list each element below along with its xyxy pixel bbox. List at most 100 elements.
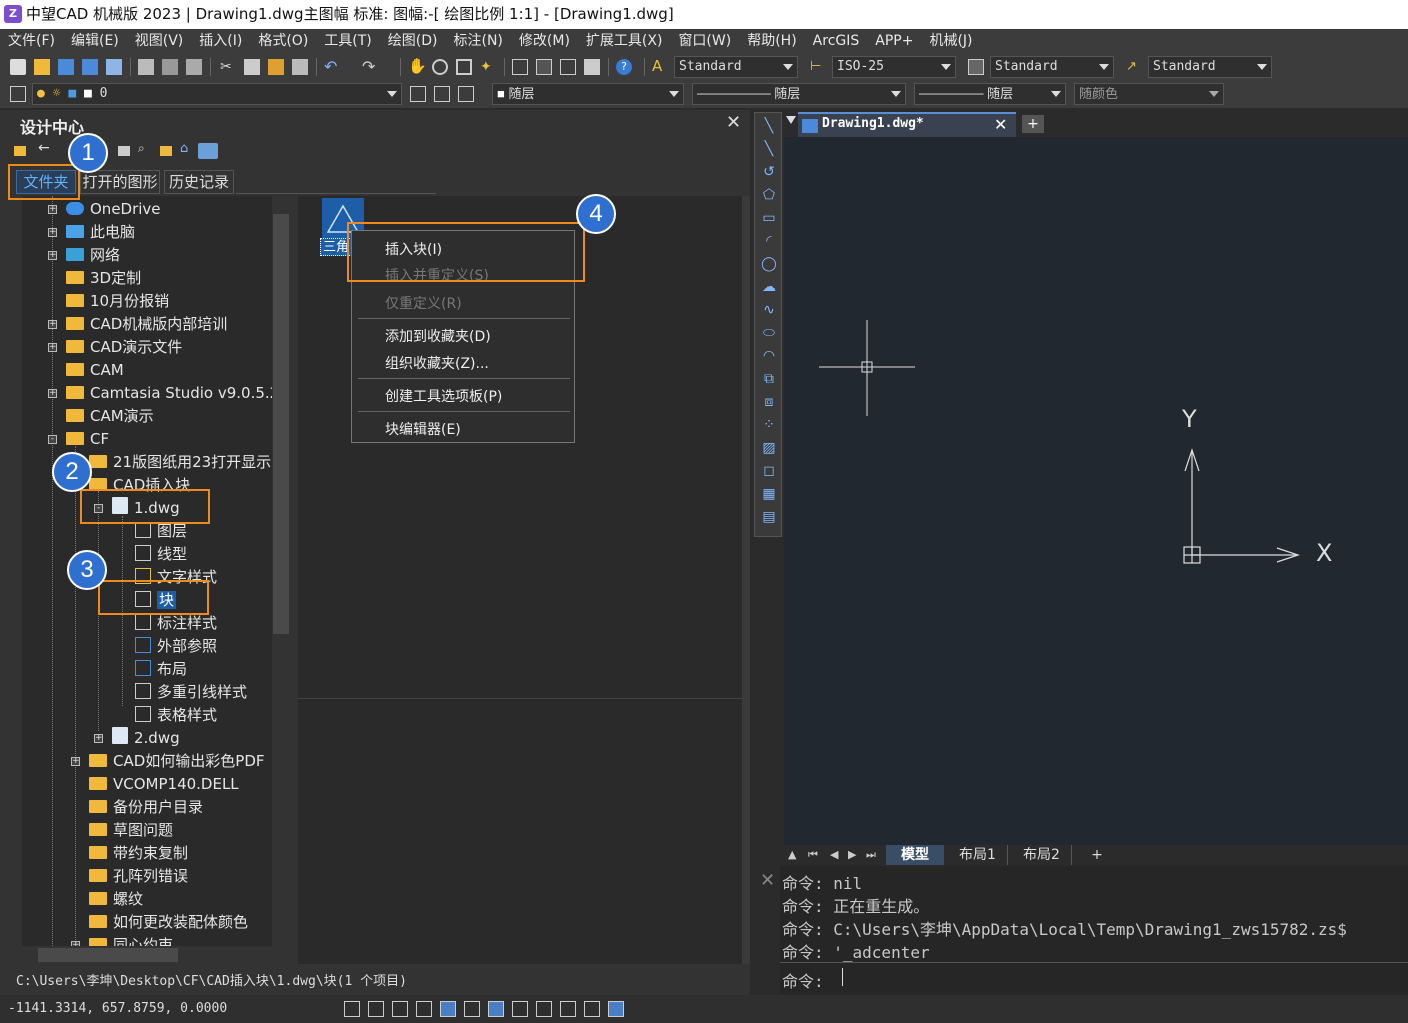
expand-icon[interactable]: +	[71, 757, 80, 766]
tree-item-dwg[interactable]: 2.dwg	[112, 727, 180, 749]
new-tab-icon[interactable]: +	[1022, 115, 1044, 133]
tree-item-layout[interactable]: 布局	[135, 658, 187, 680]
help-icon[interactable]: ?	[616, 59, 632, 75]
selection-cycling-toggle-icon[interactable]	[584, 1001, 600, 1017]
expand-icon[interactable]: +	[48, 205, 57, 214]
tree-item-linetype[interactable]: 线型	[135, 543, 187, 565]
tab-list-icon[interactable]	[786, 116, 796, 124]
tool-palettes-icon[interactable]	[560, 59, 576, 75]
region-icon[interactable]: ◻	[760, 462, 778, 480]
hatch-icon[interactable]: ▨	[760, 439, 778, 457]
close-tab-icon[interactable]: ✕	[994, 115, 1007, 134]
save-as-icon[interactable]	[82, 59, 98, 75]
menu-mechanical[interactable]: 机械(J)	[921, 29, 980, 54]
markup-icon[interactable]	[584, 59, 600, 75]
spline-icon[interactable]: ∿	[760, 301, 778, 319]
print-icon[interactable]	[138, 59, 154, 75]
insert-block-icon[interactable]: ⧉	[760, 370, 778, 388]
tree-item-mleader[interactable]: 多重引线样式	[135, 681, 247, 703]
zoom-realtime-icon[interactable]	[432, 59, 448, 75]
ellipse-icon[interactable]: ⬭	[760, 324, 778, 342]
tree-item-folder[interactable]: Camtasia Studio v9.0.5.20	[66, 382, 289, 404]
menu-view[interactable]: 视图(V)	[127, 29, 192, 54]
search-icon[interactable]: ⌕	[138, 141, 145, 156]
layer-states-icon[interactable]	[458, 86, 474, 102]
tree-scrollbar[interactable]	[272, 196, 290, 964]
menu-item-block-editor[interactable]: 块编辑器(E)	[385, 419, 461, 439]
tree-item-cloud[interactable]: OneDrive	[66, 198, 161, 220]
table-icon[interactable]: ▦	[760, 485, 778, 503]
arc-icon[interactable]: ◜	[760, 232, 778, 250]
line-icon[interactable]: ╲	[760, 117, 778, 135]
transparency-toggle-icon[interactable]	[560, 1001, 576, 1017]
scroll-up-icon[interactable]: ▲	[788, 848, 796, 861]
object-snap-toggle-icon[interactable]	[440, 1001, 456, 1017]
tree-item-folder[interactable]: 带约束复制	[89, 842, 188, 864]
text-style-select[interactable]: Standard	[674, 56, 798, 78]
menu-insert[interactable]: 插入(I)	[191, 29, 250, 54]
polar-tracking-toggle-icon[interactable]	[416, 1001, 432, 1017]
tree-item-folder[interactable]: 备份用户目录	[89, 796, 203, 818]
menu-window[interactable]: 窗口(W)	[670, 29, 739, 54]
tree-item-folder[interactable]: 21版图纸用23打开显示	[89, 451, 271, 473]
annotation-monitor-toggle-icon[interactable]	[608, 1001, 624, 1017]
tree-item-folder[interactable]: CF	[66, 428, 109, 450]
layer-manager-icon[interactable]	[10, 86, 26, 102]
tree-item-network[interactable]: 网络	[66, 244, 120, 266]
tree-item-folder[interactable]: CAD演示文件	[66, 336, 182, 358]
menu-arcgis[interactable]: ArcGIS	[805, 29, 868, 54]
multiline-text-icon[interactable]: ▤	[760, 508, 778, 526]
drawing-canvas[interactable]: Y X	[784, 137, 1408, 845]
circle-icon[interactable]: ◯	[760, 255, 778, 273]
match-properties-icon[interactable]	[292, 59, 308, 75]
close-icon[interactable]: ✕	[726, 112, 741, 133]
tree-item-folder[interactable]: 10月份报销	[66, 290, 169, 312]
tab-layout2[interactable]: 布局2	[1012, 845, 1072, 865]
batch-save-icon[interactable]	[106, 59, 122, 75]
linetype-select[interactable]: ──────── 随层	[692, 83, 906, 105]
lineweight-display-toggle-icon[interactable]	[536, 1001, 552, 1017]
tree-item-folder[interactable]: 螺纹	[89, 888, 143, 910]
menu-modify[interactable]: 修改(M)	[511, 29, 578, 54]
make-current-layer-icon[interactable]	[434, 86, 450, 102]
tree-item-folder[interactable]: CAM	[66, 359, 124, 381]
tree-item-folder[interactable]: 草图问题	[89, 819, 173, 841]
tree-item-table[interactable]: 表格样式	[135, 704, 217, 726]
next-tab-icon[interactable]: ▶	[848, 848, 856, 861]
back-icon[interactable]: ←	[38, 140, 50, 156]
expand-icon[interactable]: +	[48, 389, 57, 398]
undo-icon[interactable]: ↶	[324, 57, 340, 76]
color-select[interactable]: ■ 随层	[492, 83, 684, 105]
command-input[interactable]	[842, 966, 1382, 990]
polygon-icon[interactable]: ⬠	[760, 186, 778, 204]
expand-icon[interactable]: +	[94, 734, 103, 743]
properties-icon[interactable]	[512, 59, 528, 75]
new-file-icon[interactable]	[10, 59, 26, 75]
plot-icon[interactable]	[186, 59, 202, 75]
make-block-icon[interactable]: ⧈	[760, 393, 778, 411]
add-layout-button[interactable]: +	[1082, 845, 1112, 865]
redo-icon[interactable]: ↷	[362, 57, 378, 76]
lineweight-select[interactable]: ─────── 随层	[914, 83, 1066, 105]
revision-cloud-icon[interactable]: ☁	[760, 278, 778, 296]
cut-icon[interactable]: ✂	[220, 59, 236, 75]
expand-icon[interactable]: +	[48, 228, 57, 237]
last-tab-icon[interactable]: ⏭	[866, 848, 876, 862]
first-tab-icon[interactable]: ⏮	[808, 848, 818, 862]
save-icon[interactable]	[58, 59, 74, 75]
dynamic-ucs-toggle-icon[interactable]	[488, 1001, 504, 1017]
tree-item-dimstyle[interactable]: 标注样式	[135, 612, 217, 634]
open-file-icon[interactable]	[34, 59, 50, 75]
table-style-select[interactable]: Standard	[990, 56, 1114, 78]
tree-item-xref[interactable]: 外部参照	[135, 635, 217, 657]
dim-style-select[interactable]: ISO-25	[832, 56, 956, 78]
tree-item-folder[interactable]: 如何更改装配体颜色	[89, 911, 248, 933]
tab-history[interactable]: 历史记录	[164, 170, 234, 194]
tab-layout1[interactable]: 布局1	[948, 845, 1008, 865]
rectangle-icon[interactable]: ▭	[760, 209, 778, 227]
menu-item-create-tool-palette[interactable]: 创建工具选项板(P)	[385, 386, 502, 406]
menu-item-organize-favorites[interactable]: 组织收藏夹(Z)...	[385, 353, 489, 373]
tree-item-folder[interactable]: CAD如何输出彩色PDF	[89, 750, 265, 772]
menu-file[interactable]: 文件(F)	[0, 29, 63, 54]
layer-select[interactable]: ● ☼ ■ ■ 0	[32, 83, 402, 105]
